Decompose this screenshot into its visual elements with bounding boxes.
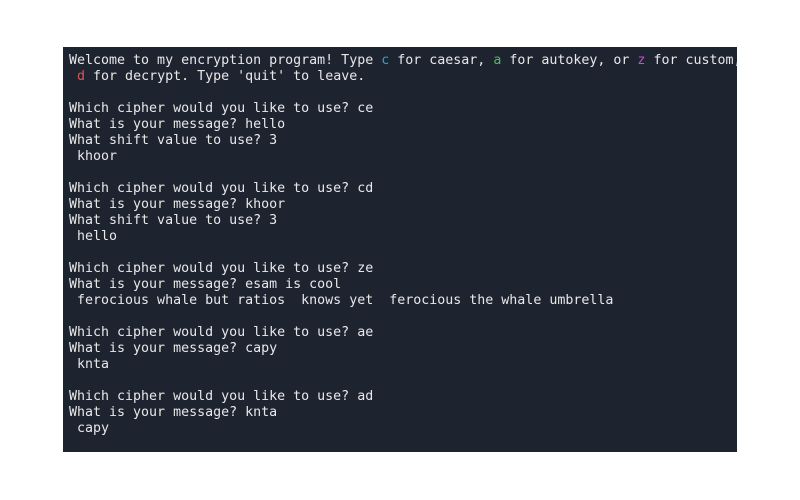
welcome-text: for custom, xyxy=(645,53,737,68)
welcome-line-1: Welcome to my encryption program! Type c… xyxy=(69,53,737,69)
cipher-prompt: Which cipher would you like to use? ad xyxy=(69,389,374,404)
cipher-output: hello xyxy=(69,229,118,244)
cipher-prompt: Which cipher would you like to use? cd xyxy=(69,181,374,196)
message-prompt: What is your message? capy xyxy=(69,341,278,356)
welcome-text: Welcome to my encryption program! Type xyxy=(69,53,382,68)
cipher-prompt: Which cipher would you like to use? ae xyxy=(69,325,374,340)
shift-prompt: What shift value to use? 3 xyxy=(69,213,278,228)
cipher-prompt: Which cipher would you like to use? ze xyxy=(69,261,374,276)
cipher-output: ferocious whale but ratios knows yet fer… xyxy=(69,293,614,308)
terminal-window[interactable]: Welcome to my encryption program! Type c… xyxy=(63,47,737,452)
cipher-output: knta xyxy=(69,357,110,372)
welcome-text: for caesar, xyxy=(389,53,494,68)
message-prompt: What is your message? hello xyxy=(69,117,286,132)
welcome-text: for decrypt. Type 'quit' to leave. xyxy=(85,69,366,84)
cipher-prompt: Which cipher would you like to use? ce xyxy=(69,101,374,116)
cipher-output: khoor xyxy=(69,149,118,164)
message-prompt: What is your message? khoor xyxy=(69,197,286,212)
welcome-text: for autokey, or xyxy=(501,53,638,68)
shift-prompt: What shift value to use? 3 xyxy=(69,133,278,148)
message-prompt: What is your message? esam is cool xyxy=(69,277,342,292)
message-prompt: What is your message? knta xyxy=(69,405,278,420)
decrypt-key: d xyxy=(77,69,86,84)
welcome-line-2: d for decrypt. Type 'quit' to leave. xyxy=(69,69,737,85)
welcome-text xyxy=(69,69,77,84)
cipher-output: capy xyxy=(69,421,110,436)
